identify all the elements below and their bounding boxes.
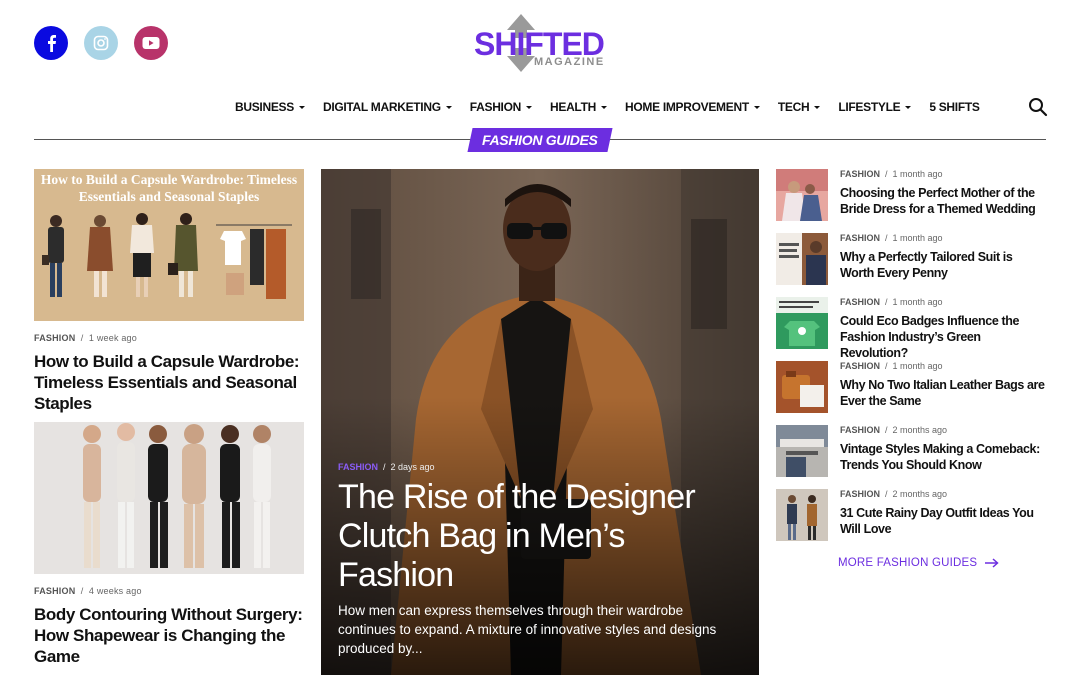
- youtube-icon[interactable]: [134, 26, 168, 60]
- timestamp: 1 week ago: [88, 333, 137, 343]
- article-thumbnail[interactable]: [34, 422, 304, 574]
- nav-item-5-shifts[interactable]: 5 SHIFTS: [920, 98, 988, 116]
- category-label[interactable]: FASHION: [840, 169, 880, 179]
- section-title[interactable]: FASHION GUIDES: [467, 128, 613, 152]
- article-title[interactable]: Vintage Styles Making a Comeback: Trends…: [840, 441, 1046, 473]
- list-item[interactable]: FASHION / 1 month ago Choosing the Perfe…: [776, 169, 1046, 233]
- list-item[interactable]: FASHION / 2 months ago Vintage Styles Ma…: [776, 425, 1046, 489]
- timestamp: 1 month ago: [892, 169, 943, 179]
- caret-down-icon: [905, 105, 912, 109]
- nav-label: BUSINESS: [235, 100, 294, 114]
- category-label[interactable]: FASHION: [34, 333, 75, 343]
- article-thumbnail[interactable]: [776, 233, 828, 285]
- category-label[interactable]: FASHION: [840, 489, 880, 499]
- article-title[interactable]: Body Contouring Without Surgery: How Sha…: [34, 604, 304, 667]
- article-meta: FASHION / 2 months ago: [840, 425, 948, 435]
- timestamp: 2 months ago: [892, 425, 948, 435]
- article-card[interactable]: How to Build a Capsule Wardrobe: Timeles…: [34, 169, 304, 414]
- timestamp: 2 months ago: [892, 489, 948, 499]
- nav-item-lifestyle[interactable]: LIFESTYLE: [829, 98, 920, 116]
- nav-label: TECH: [777, 100, 810, 114]
- category-label[interactable]: FASHION: [34, 586, 75, 596]
- timestamp: 1 month ago: [892, 361, 943, 371]
- logo-subtext: MAGAZINE: [534, 56, 605, 68]
- wardrobe-illustration: [42, 213, 292, 299]
- article-meta: FASHION / 2 months ago: [840, 489, 948, 499]
- main-nav: BUSINESS DIGITAL MARKETING FASHION HEALT…: [226, 98, 989, 116]
- featured-article[interactable]: FASHION / 2 days ago The Rise of the Des…: [321, 169, 759, 675]
- nav-label: HOME IMPROVEMENT: [624, 100, 749, 114]
- nav-label: DIGITAL MARKETING: [322, 100, 441, 114]
- article-meta: FASHION / 1 month ago: [840, 169, 943, 179]
- nav-item-fashion[interactable]: FASHION: [461, 98, 541, 116]
- featured-title[interactable]: The Rise of the Designer Clutch Bag in M…: [338, 478, 738, 595]
- category-label[interactable]: FASHION: [840, 425, 880, 435]
- category-label[interactable]: FASHION: [840, 233, 880, 243]
- arrow-right-icon: [985, 558, 999, 568]
- more-link-label: MORE FASHION GUIDES: [838, 557, 978, 569]
- article-title[interactable]: Why a Perfectly Tailored Suit is Worth E…: [840, 249, 1046, 281]
- article-list: FASHION / 1 month ago Choosing the Perfe…: [776, 169, 1046, 553]
- timestamp: 2 days ago: [390, 462, 435, 472]
- nav-item-home-improvement[interactable]: HOME IMPROVEMENT: [616, 98, 769, 116]
- caret-down-icon: [526, 105, 532, 109]
- article-meta: FASHION / 1 month ago: [840, 361, 943, 371]
- article-title[interactable]: Why No Two Italian Leather Bags are Ever…: [840, 377, 1046, 409]
- category-label[interactable]: FASHION: [840, 297, 880, 307]
- article-title[interactable]: How to Build a Capsule Wardrobe: Timeles…: [34, 351, 304, 414]
- featured-photo: [321, 169, 759, 675]
- section-title-text: FASHION GUIDES: [482, 132, 598, 148]
- nav-item-tech[interactable]: TECH: [769, 98, 829, 116]
- article-meta: FASHION / 1 week ago: [34, 333, 137, 343]
- facebook-icon[interactable]: [34, 26, 68, 60]
- nav-label: LIFESTYLE: [838, 100, 901, 114]
- article-title[interactable]: Choosing the Perfect Mother of the Bride…: [840, 185, 1046, 217]
- article-title[interactable]: Could Eco Badges Influence the Fashion I…: [840, 313, 1046, 361]
- list-item[interactable]: FASHION / 2 months ago 31 Cute Rainy Day…: [776, 489, 1046, 553]
- nav-item-digital-marketing[interactable]: DIGITAL MARKETING: [314, 98, 461, 116]
- article-meta: FASHION / 1 month ago: [840, 233, 943, 243]
- category-label[interactable]: FASHION: [338, 462, 378, 472]
- category-label[interactable]: FASHION: [840, 361, 880, 371]
- article-thumbnail[interactable]: [776, 489, 828, 541]
- article-thumbnail[interactable]: [776, 361, 828, 413]
- caret-down-icon: [298, 105, 305, 109]
- nav-label: HEALTH: [550, 100, 596, 114]
- caret-down-icon: [445, 105, 452, 109]
- timestamp: 1 month ago: [892, 297, 943, 307]
- search-icon[interactable]: [1028, 97, 1048, 117]
- timestamp: 1 month ago: [892, 233, 943, 243]
- article-thumbnail[interactable]: How to Build a Capsule Wardrobe: Timeles…: [34, 169, 304, 321]
- article-card[interactable]: FASHION / 4 weeks ago Body Contouring Wi…: [34, 422, 304, 667]
- article-title[interactable]: 31 Cute Rainy Day Outfit Ideas You Will …: [840, 505, 1046, 537]
- article-thumbnail[interactable]: [776, 169, 828, 221]
- nav-label: FASHION: [469, 100, 522, 114]
- article-meta: FASHION / 4 weeks ago: [34, 586, 142, 596]
- more-fashion-guides-link[interactable]: MORE FASHION GUIDES: [838, 557, 999, 569]
- shapewear-photo: [34, 422, 304, 574]
- nav-label: 5 SHIFTS: [929, 100, 980, 114]
- caret-down-icon: [814, 105, 821, 109]
- article-thumbnail[interactable]: [776, 297, 828, 349]
- list-item[interactable]: FASHION / 1 month ago Why a Perfectly Ta…: [776, 233, 1046, 297]
- article-thumbnail[interactable]: [776, 425, 828, 477]
- list-item[interactable]: FASHION / 1 month ago Could Eco Badges I…: [776, 297, 1046, 361]
- list-item[interactable]: FASHION / 1 month ago Why No Two Italian…: [776, 361, 1046, 425]
- social-links: [34, 26, 168, 60]
- timestamp: 4 weeks ago: [88, 586, 142, 596]
- instagram-icon[interactable]: [84, 26, 118, 60]
- nav-item-health[interactable]: HEALTH: [541, 98, 616, 116]
- caret-down-icon: [600, 105, 607, 109]
- article-meta: FASHION / 2 days ago: [338, 462, 435, 472]
- featured-excerpt: How men can express themselves through t…: [338, 603, 717, 656]
- nav-item-business[interactable]: BUSINESS: [226, 98, 314, 116]
- site-logo[interactable]: SHIFTED MAGAZINE: [470, 14, 615, 72]
- article-meta: FASHION / 1 month ago: [840, 297, 943, 307]
- caret-down-icon: [753, 105, 760, 109]
